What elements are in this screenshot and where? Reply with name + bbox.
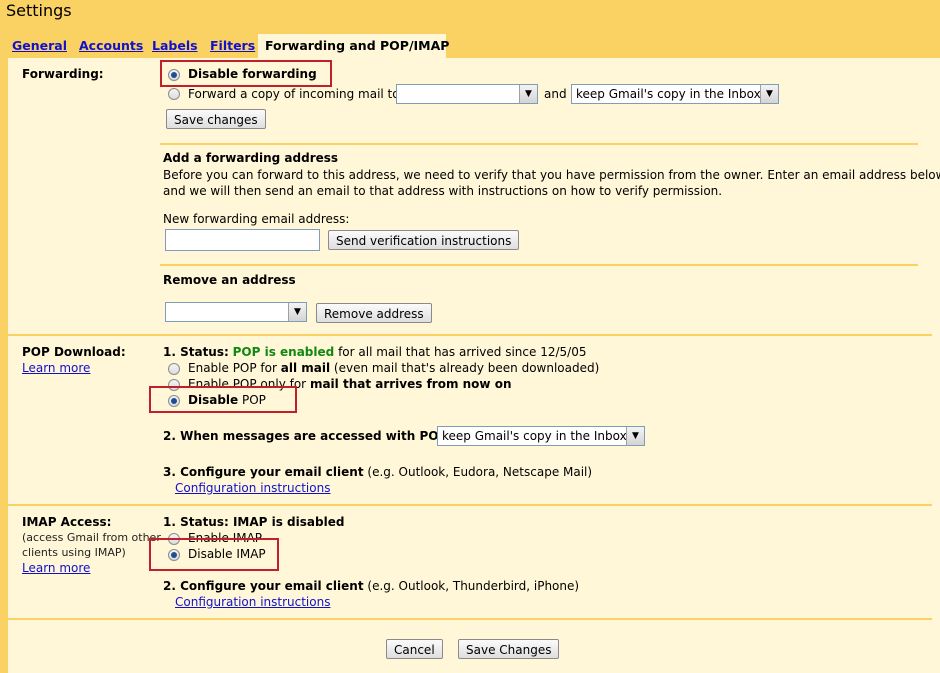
settings-panel: Forwarding: Disable forwarding Forward a…	[8, 58, 940, 673]
cancel-button[interactable]: Cancel	[386, 639, 443, 659]
pop-download-label: POP Download:	[22, 345, 126, 359]
highlight-box	[160, 60, 332, 87]
remove-address-heading: Remove an address	[163, 273, 296, 287]
new-forwarding-address-input[interactable]	[165, 229, 320, 251]
add-forwarding-heading: Add a forwarding address	[163, 151, 339, 165]
remove-address-button[interactable]: Remove address	[316, 303, 432, 323]
imap-config-instructions-link[interactable]: Configuration instructions	[175, 595, 330, 609]
divider	[160, 143, 918, 145]
imap-sub-1: (access Gmail from other	[22, 531, 161, 544]
save-changes-footer-button[interactable]: Save Changes	[458, 639, 560, 659]
add-forwarding-description-2: and we will then send an email to that a…	[163, 184, 723, 198]
send-verification-button[interactable]: Send verification instructions	[328, 230, 520, 250]
page-title: Settings	[6, 1, 72, 20]
section-divider	[8, 618, 932, 620]
pop-status-value: POP is enabled	[232, 345, 335, 359]
imap-configure-client: 2. Configure your email client (e.g. Out…	[163, 579, 580, 593]
forward-action-select[interactable]: keep Gmail's copy in the Inbox ▼	[571, 84, 779, 104]
section-divider	[8, 334, 932, 336]
pop-status: 1. Status: POP is enabled for all mail t…	[163, 345, 587, 359]
imap-learn-more-link[interactable]: Learn more	[22, 561, 90, 575]
forward-copy-radio[interactable]	[168, 88, 180, 100]
tab-accounts[interactable]: Accounts	[79, 38, 143, 53]
pop-all-mail-label: Enable POP for all mail (even mail that'…	[188, 361, 600, 375]
chevron-down-icon: ▼	[626, 427, 644, 445]
tab-general[interactable]: General	[12, 38, 67, 53]
tab-forwarding-pop-imap[interactable]: Forwarding and POP/IMAP	[258, 34, 449, 58]
and-label: and	[544, 87, 567, 101]
save-changes-button[interactable]: Save changes	[166, 109, 266, 129]
remove-address-select[interactable]: ▼	[165, 302, 307, 322]
new-address-label: New forwarding email address:	[163, 212, 350, 226]
divider	[160, 264, 918, 266]
forward-address-select[interactable]: ▼	[396, 84, 538, 104]
imap-access-label: IMAP Access:	[22, 515, 112, 529]
pop-when-accessed-select[interactable]: keep Gmail's copy in the Inbox ▼	[437, 426, 645, 446]
add-forwarding-description-1: Before you can forward to this address, …	[163, 168, 940, 182]
pop-config-instructions-link[interactable]: Configuration instructions	[175, 481, 330, 495]
imap-sub-2: clients using IMAP)	[22, 546, 126, 559]
highlight-box	[149, 386, 297, 413]
pop-learn-more-link[interactable]: Learn more	[22, 361, 90, 375]
chevron-down-icon: ▼	[519, 85, 537, 103]
section-divider	[8, 504, 932, 506]
tab-labels[interactable]: Labels	[152, 38, 198, 53]
pop-when-accessed-label: 2. When messages are accessed with POP	[163, 429, 448, 443]
forwarding-label: Forwarding:	[22, 67, 104, 81]
chevron-down-icon: ▼	[288, 303, 306, 321]
tab-filters[interactable]: Filters	[210, 38, 255, 53]
forward-copy-label: Forward a copy of incoming mail to	[188, 87, 400, 101]
pop-all-mail-radio[interactable]	[168, 363, 180, 375]
chevron-down-icon: ▼	[760, 85, 778, 103]
pop-configure-client: 3. Configure your email client (e.g. Out…	[163, 465, 593, 479]
imap-status: 1. Status: IMAP is disabled	[163, 515, 345, 529]
highlight-box	[149, 538, 279, 571]
